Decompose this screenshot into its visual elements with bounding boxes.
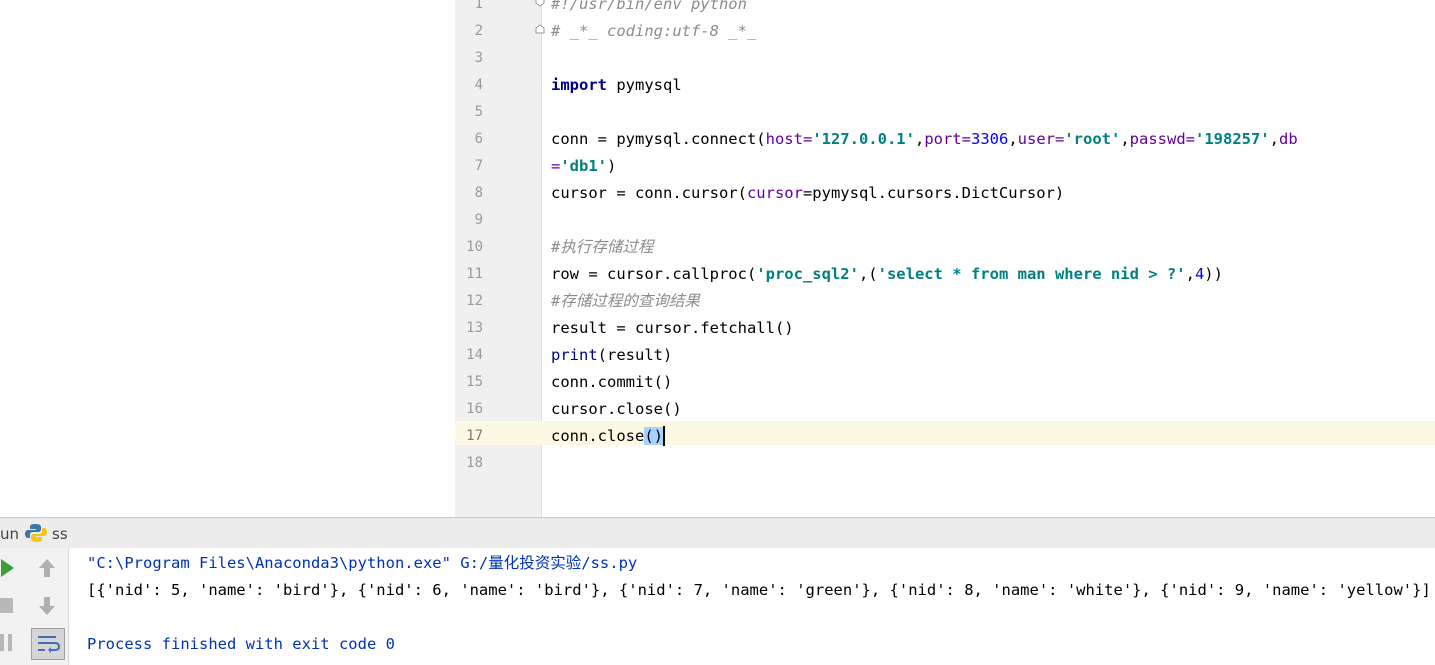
code-text: ))	[1204, 265, 1223, 283]
console-result-line: [{'nid': 5, 'name': 'bird'}, {'nid': 6, …	[87, 581, 1431, 599]
console-exit-line: Process finished with exit code 0	[87, 635, 395, 653]
param-name: port=	[924, 130, 971, 148]
code-text: ,	[1185, 265, 1195, 283]
code-line-8: cursor = conn.cursor(cursor=pymysql.curs…	[551, 183, 1064, 203]
line-number: 10	[466, 239, 483, 255]
string-literal: 'select * from man where nid > ?'	[877, 265, 1186, 283]
code-line-2: # _*_ coding:utf-8 _*_	[551, 22, 757, 40]
text-caret	[663, 426, 665, 446]
code-line-4: import pymysql	[551, 75, 682, 95]
code-text: ,(	[858, 265, 878, 283]
stop-icon[interactable]	[0, 598, 14, 614]
code-text: pymysql	[607, 76, 682, 94]
string-literal: 'root'	[1064, 130, 1121, 148]
bracket-highlight: ()	[644, 427, 663, 445]
line-number: 9	[474, 212, 483, 228]
pause-icon[interactable]	[0, 634, 14, 652]
line-number: 14	[466, 347, 483, 363]
project-pane	[0, 0, 456, 517]
run-panel-header: un ss	[0, 517, 1435, 549]
fold-marker-icon[interactable]	[535, 24, 545, 34]
code-text: cursor = conn.cursor(	[551, 184, 747, 202]
number-literal: 3306	[970, 130, 1009, 148]
code-text: conn.close	[551, 427, 645, 445]
soft-wrap-icon[interactable]	[31, 628, 65, 660]
code-line-14: print(result)	[551, 345, 672, 365]
param-name: host=	[765, 130, 813, 148]
param-name: passwd=	[1129, 130, 1195, 148]
line-number: 5	[474, 104, 483, 120]
code-text: =pymysql.cursors.DictCursor)	[802, 184, 1065, 202]
line-number: 15	[466, 374, 483, 390]
python-icon	[25, 524, 47, 542]
code-text: (result)	[597, 346, 673, 364]
code-line-11: row = cursor.callproc('proc_sql2',('sele…	[551, 264, 1223, 284]
line-number: 6	[474, 131, 483, 147]
line-number-current: 17	[466, 428, 483, 444]
keyword: import	[551, 76, 607, 94]
code-line-1: #!/usr/bin/env python	[551, 0, 747, 13]
code-line-12: #存储过程的查询结果	[551, 292, 700, 310]
param-name: user=	[1017, 130, 1065, 148]
console-command-line: "C:\Program Files\Anaconda3\python.exe" …	[87, 554, 638, 572]
line-number: 7	[474, 158, 483, 174]
line-number: 16	[466, 401, 483, 417]
code-line-7: ='db1')	[551, 156, 616, 176]
run-icon[interactable]	[0, 558, 16, 578]
up-arrow-icon[interactable]	[38, 558, 56, 578]
down-arrow-icon[interactable]	[38, 596, 56, 616]
code-line-16: cursor.close()	[551, 400, 682, 418]
line-number: 11	[466, 266, 483, 282]
line-number: 4	[474, 77, 483, 93]
string-literal: '127.0.0.1'	[812, 130, 915, 148]
string-literal: 'proc_sql2'	[756, 265, 859, 283]
code-line-15: conn.commit()	[551, 373, 673, 391]
line-number: 2	[474, 23, 483, 39]
code-text: )	[607, 157, 617, 175]
run-toolbar-primary	[0, 548, 29, 665]
code-text: row = cursor.callproc(	[551, 265, 757, 283]
number-literal: 4	[1194, 265, 1205, 283]
run-toolbar-secondary	[28, 548, 69, 665]
code-line-13: result = cursor.fetchall()	[551, 319, 794, 337]
param-name: =	[551, 157, 561, 175]
line-number: 12	[466, 293, 483, 309]
line-number: 8	[474, 185, 483, 201]
code-line-17: conn.close()	[551, 426, 665, 446]
line-number: 1	[474, 0, 483, 12]
run-tab-label[interactable]: ss	[52, 525, 68, 543]
code-line-10: #执行存储过程	[551, 238, 654, 256]
string-literal: 'db1'	[560, 157, 608, 175]
builtin-function: print	[551, 346, 598, 364]
param-name: cursor	[746, 184, 803, 202]
line-number: 18	[466, 455, 483, 471]
fold-marker-icon[interactable]	[535, 0, 545, 7]
code-text: conn = pymysql.connect(	[551, 130, 766, 148]
run-panel-title: un	[0, 525, 20, 543]
string-literal: '198257'	[1195, 130, 1270, 148]
line-number: 13	[466, 320, 483, 336]
line-number: 3	[474, 50, 483, 66]
param-name: db	[1279, 130, 1298, 148]
code-line-6: conn = pymysql.connect(host='127.0.0.1',…	[551, 130, 1298, 148]
